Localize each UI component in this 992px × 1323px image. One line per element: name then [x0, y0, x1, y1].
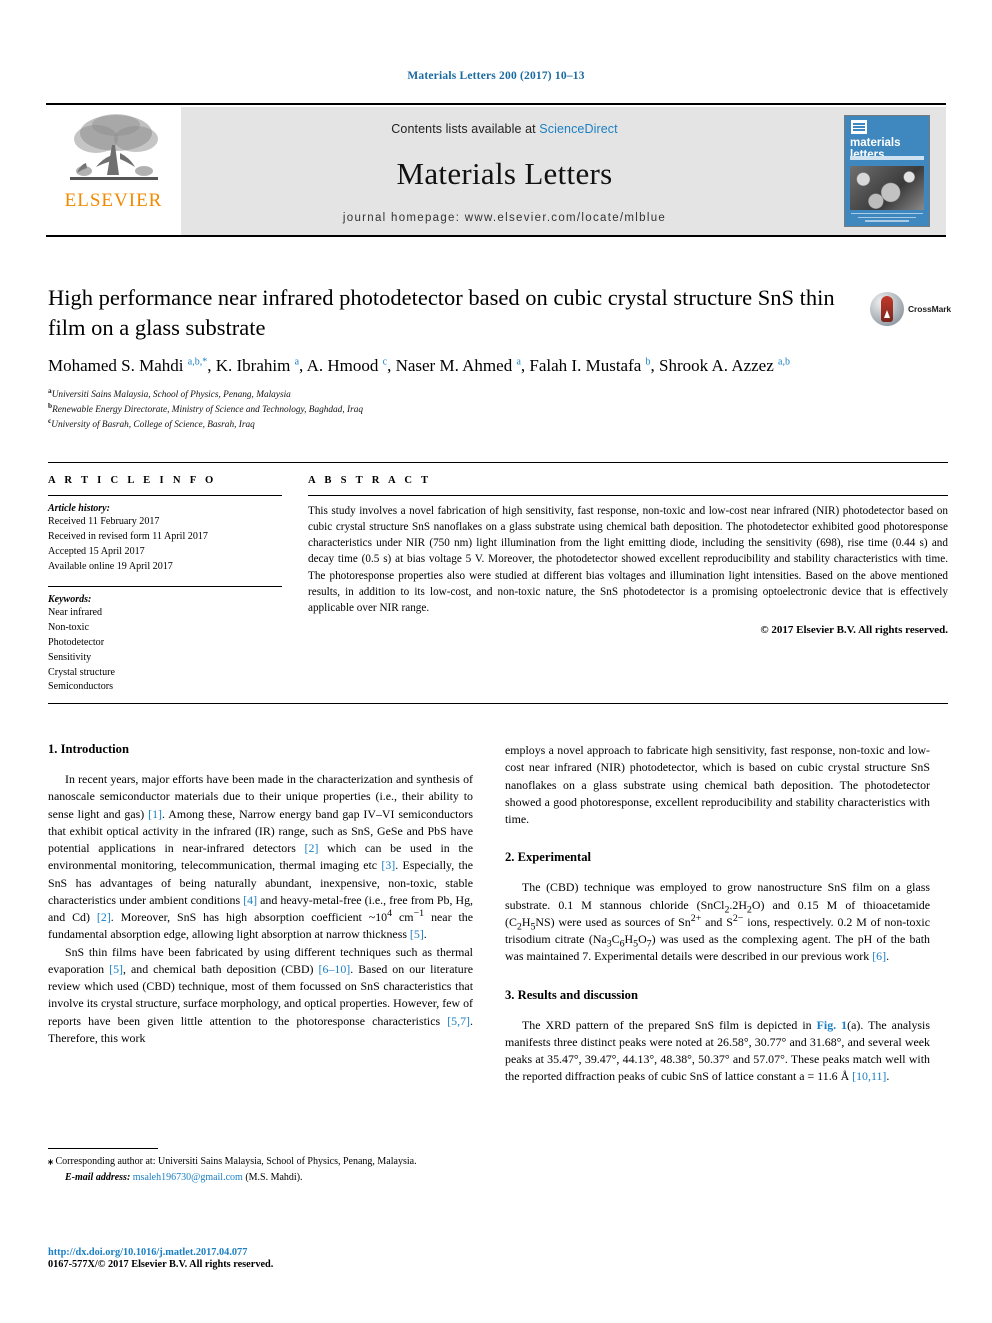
cover-micrograph-image	[850, 166, 924, 210]
crossmark-icon	[870, 292, 904, 326]
journal-masthead: ELSEVIER Contents lists available at Sci…	[46, 103, 946, 237]
contents-prefix: Contents lists available at	[391, 122, 540, 136]
intro-paragraph-1: In recent years, major efforts have been…	[48, 772, 474, 942]
section-heading-results: 3. Results and discussion	[505, 987, 638, 1002]
author-list: Mohamed S. Mahdi a,b,*, K. Ibrahim a, A.…	[48, 356, 790, 375]
intro-paragraph-2-continued: employs a novel approach to fabricate hi…	[505, 743, 930, 826]
body-columns: 1. Introduction In recent years, major e…	[48, 742, 948, 1162]
footnote-rule	[48, 1148, 158, 1149]
contents-available-line: Contents lists available at ScienceDirec…	[181, 107, 828, 136]
journal-cover-container: materials letters	[828, 107, 946, 235]
keywords-label: Keywords:	[48, 593, 92, 605]
experimental-paragraph-1: The (CBD) technique was employed to grow…	[505, 880, 931, 964]
article-history-item: Accepted 15 April 2017	[48, 545, 145, 557]
keywords-list: Near infrared Non-toxic Photodetector Sensi…	[48, 606, 282, 696]
affiliation-c: cUniversity of Basrah, College of Scienc…	[48, 416, 255, 431]
article-info-rule	[48, 495, 282, 496]
elsevier-tree-icon	[69, 114, 158, 180]
sciencedirect-link[interactable]: ScienceDirect	[539, 122, 617, 136]
journal-cover-thumbnail[interactable]: materials letters	[844, 115, 930, 227]
journal-homepage-link[interactable]: journal homepage: www.elsevier.com/locat…	[181, 212, 828, 224]
article-history-item: Received 11 February 2017	[48, 516, 160, 527]
email-line: E-mail address: msaleh196730@gmail.com (…	[48, 1172, 473, 1183]
article-info-heading: A R T I C L E I N F O	[48, 475, 217, 486]
corresponding-author-text: ⁎ Corresponding author at: Universiti Sa…	[48, 1156, 417, 1167]
section-heading-experimental: 2. Experimental	[505, 850, 592, 865]
affiliation-a: aUniversiti Sains Malaysia, School of Ph…	[48, 385, 291, 400]
keyword-item: Crystal structure	[48, 666, 115, 678]
journal-title: Materials Letters	[396, 156, 613, 191]
affiliation-list: aUniversiti Sains Malaysia, School of Ph…	[48, 385, 948, 433]
doi-link[interactable]: http://dx.doi.org/10.1016/j.matlet.2017.…	[48, 1247, 478, 1258]
article-history-label: Article history:	[48, 503, 110, 514]
keyword-item: Photodetector	[48, 636, 105, 648]
title-area: High performance near infrared photodete…	[48, 283, 952, 343]
crossmark-label: CrossMark	[908, 304, 952, 314]
abstract-text: This study involves a novel fabrication …	[308, 505, 948, 614]
keywords-block: Keywords: Near infrared Non-toxic Photodet…	[48, 585, 282, 696]
keyword-item: Sensitivity	[48, 651, 92, 663]
article-history-item: Received in revised form 11 April 2017	[48, 530, 208, 542]
doi-block: http://dx.doi.org/10.1016/j.matlet.2017.…	[48, 1247, 478, 1270]
issn-copyright-line: 0167-577X/© 2017 Elsevier B.V. All right…	[48, 1259, 274, 1270]
elsevier-logo: ELSEVIER	[46, 107, 181, 235]
intro-paragraph-2: SnS thin films have been fabricated by u…	[48, 944, 473, 1045]
keyword-item: Non-toxic	[48, 621, 89, 633]
email-link[interactable]: msaleh196730@gmail.com	[133, 1172, 243, 1183]
abstract-rule	[308, 495, 948, 496]
cover-divider	[850, 156, 924, 160]
email-suffix: (M.S. Mahdi).	[242, 1171, 303, 1183]
elsevier-wordmark: ELSEVIER	[64, 190, 163, 211]
abstract-copyright: © 2017 Elsevier B.V. All rights reserved…	[760, 623, 948, 636]
page-title: High performance near infrared photodete…	[48, 285, 835, 340]
abstract-column: A B S T R A C T This study involves a no…	[298, 475, 948, 689]
results-paragraph-1: The XRD pattern of the prepared SnS film…	[505, 1017, 930, 1084]
article-history-list: Received 11 February 2017 Received in rev…	[48, 515, 282, 575]
affiliation-b: bRenewable Energy Directorate, Ministry …	[48, 400, 363, 416]
email-label: E-mail address:	[65, 1171, 131, 1183]
journal-article-page: Materials Letters 200 (2017) 10–13 ELSEV…	[0, 0, 992, 1323]
abstract-heading: A B S T R A C T	[308, 475, 432, 486]
keywords-rule	[48, 585, 282, 587]
right-column: employs a novel approach to fabricate hi…	[505, 742, 930, 1086]
article-info-column: A R T I C L E I N F O Article history: R…	[48, 475, 298, 692]
masthead-center: Contents lists available at ScienceDirec…	[181, 107, 828, 235]
info-abstract-block: A R T I C L E I N F O Article history: R…	[48, 462, 948, 704]
keyword-item: Semiconductors	[48, 681, 114, 693]
left-column: 1. Introduction In recent years, major e…	[48, 742, 473, 1047]
running-head: Materials Letters 200 (2017) 10–13	[407, 70, 585, 82]
cover-publisher-icon	[851, 120, 867, 134]
section-heading-introduction: 1. Introduction	[48, 742, 129, 756]
crossmark-badge[interactable]: CrossMark	[870, 288, 952, 330]
corresponding-author-footnote: ⁎ Corresponding author at: Universiti Sa…	[48, 1148, 473, 1183]
article-history-item: Available online 19 April 2017	[48, 560, 173, 572]
cover-caption-lines	[851, 213, 923, 224]
keyword-item: Near infrared	[48, 606, 103, 618]
